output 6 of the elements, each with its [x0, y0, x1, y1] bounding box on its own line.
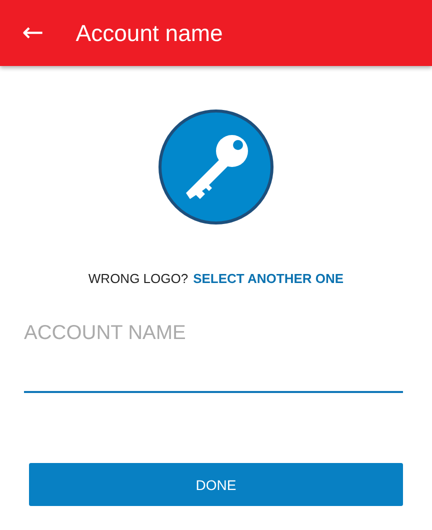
done-button[interactable]: DONE — [29, 463, 403, 506]
key-icon[interactable] — [158, 109, 274, 225]
back-button[interactable]: ← — [14, 20, 52, 46]
wrong-logo-text: WRONG LOGO? — [88, 271, 188, 286]
select-logo-link[interactable]: SELECT ANOTHER ONE — [193, 271, 344, 286]
screen-title: Account name — [76, 20, 223, 46]
